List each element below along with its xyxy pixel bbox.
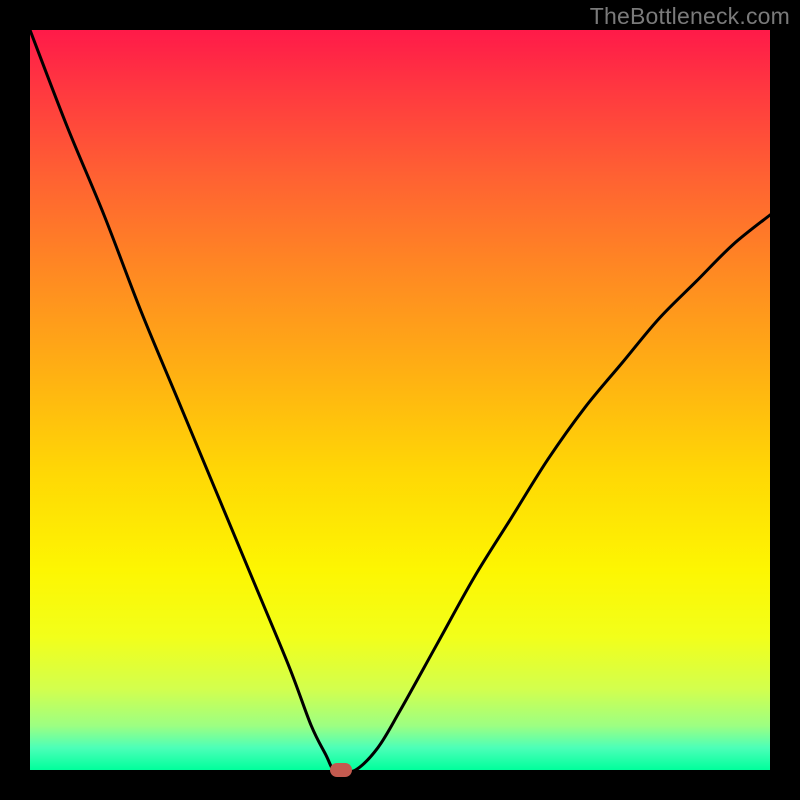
optimum-marker bbox=[330, 763, 352, 777]
plot-area bbox=[30, 30, 770, 770]
watermark-text: TheBottleneck.com bbox=[590, 3, 790, 30]
bottleneck-curve bbox=[30, 30, 770, 770]
chart-frame: TheBottleneck.com bbox=[0, 0, 800, 800]
curve-svg bbox=[30, 30, 770, 770]
